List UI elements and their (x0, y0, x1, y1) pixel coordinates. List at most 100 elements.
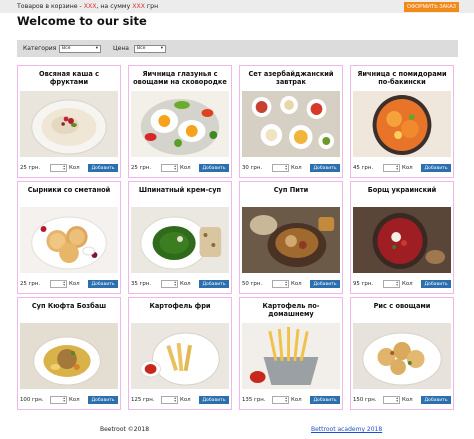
chevron-down-icon: ▾ (95, 46, 98, 51)
product-card: Суп Пити 50 грн. ▴ ▾ Кол Добавить (239, 181, 343, 294)
quantity-stepper[interactable]: ▴ ▾ (50, 280, 67, 288)
spinner-arrows-icon[interactable]: ▴ ▾ (63, 164, 65, 172)
add-to-cart-button[interactable]: Добавить (199, 164, 229, 172)
borscht-bowl-photo (353, 207, 451, 273)
spinner-arrows-icon[interactable]: ▴ ▾ (63, 280, 65, 288)
cart-bar: Товаров в корзине - XXX, на сумму XXX гр… (0, 0, 474, 13)
spinner-arrows-icon[interactable]: ▴ ▾ (285, 164, 287, 172)
product-card: Суп Кюфта Бозбаш 100 грн. ▴ ▾ Кол Добавит… (17, 297, 121, 410)
add-to-cart-button[interactable]: Добавить (199, 396, 229, 404)
fries-plate-photo (131, 323, 229, 389)
quantity-label: Кол (180, 397, 191, 403)
add-to-cart-button[interactable]: Добавить (88, 396, 118, 404)
checkout-button[interactable]: ОФОРМИТЬ ЗАКАЗ (404, 2, 459, 12)
spinner-arrows-icon[interactable]: ▴ ▾ (174, 164, 176, 172)
product-name: Суп Кюфта Бозбаш (31, 302, 107, 310)
quantity-stepper[interactable]: ▴ ▾ (383, 280, 400, 288)
quantity-stepper[interactable]: ▴ ▾ (50, 164, 67, 172)
spinner-arrows-icon[interactable]: ▴ ▾ (63, 396, 65, 404)
cart-middle: , на сумму (96, 3, 133, 10)
quantity-label: Кол (402, 397, 413, 403)
piti-soup-photo (242, 207, 340, 273)
quantity-stepper[interactable]: ▴ ▾ (50, 396, 67, 404)
cart-suffix: грн (144, 3, 159, 10)
product-price: 25 грн. (131, 165, 152, 171)
quantity-label: Кол (291, 281, 302, 287)
product-name: Суп Пити (273, 186, 309, 194)
add-to-cart-button[interactable]: Добавить (310, 164, 340, 172)
quantity-label: Кол (402, 281, 413, 287)
chevron-down-icon: ▾ (160, 46, 163, 51)
footer-copyright: Beetroot ©2018 (100, 426, 150, 433)
product-price: 25 грн. (20, 165, 41, 171)
product-name: Картофель по-домашнему (262, 302, 320, 319)
quantity-label: Кол (402, 165, 413, 171)
product-name: Рис с овощами (373, 302, 431, 310)
add-to-cart-button[interactable]: Добавить (310, 280, 340, 288)
product-name: Яичница глазунья с овощами на сковородке (133, 70, 227, 87)
spinner-arrows-icon[interactable]: ▴ ▾ (174, 396, 176, 404)
product-card: Картофель фри 125 грн. ▴ ▾ Кол Добавить (128, 297, 232, 410)
add-to-cart-button[interactable]: Добавить (421, 164, 451, 172)
product-card: Борщ украинский 95 грн. ▴ ▾ Кол Добавить (350, 181, 454, 294)
add-to-cart-button[interactable]: Добавить (421, 280, 451, 288)
quantity-label: Кол (180, 281, 191, 287)
quantity-label: Кол (69, 281, 80, 287)
cart-sum: XXX (132, 3, 145, 10)
product-price: 95 грн. (353, 281, 374, 287)
page-title: Welcome to our site (17, 14, 147, 28)
product-card: Яичница с помидорами по-бакински 45 грн.… (350, 65, 454, 178)
add-to-cart-button[interactable]: Добавить (88, 164, 118, 172)
quantity-label: Кол (69, 397, 80, 403)
product-name: Яичница с помидорами по-бакински (357, 70, 447, 87)
product-price: 30 грн. (242, 165, 263, 171)
quantity-stepper[interactable]: ▴ ▾ (161, 396, 178, 404)
spinner-arrows-icon[interactable]: ▴ ▾ (396, 280, 398, 288)
cart-prefix: Товаров в корзине - (17, 3, 84, 10)
category-select-value: Все (62, 46, 71, 51)
product-price: 50 грн. (242, 281, 263, 287)
cart-count: XXX (83, 3, 97, 10)
product-price: 135 грн. (242, 397, 266, 403)
quantity-stepper[interactable]: ▴ ▾ (383, 396, 400, 404)
quantity-label: Кол (69, 165, 80, 171)
filter-bar: Категория Все ▾ Цена Все ▾ (17, 40, 458, 57)
product-card: Сет азербайджанский завтрак 30 грн. ▴ ▾ К… (239, 65, 343, 178)
quantity-stepper[interactable]: ▴ ▾ (161, 280, 178, 288)
price-label: Цена (113, 45, 129, 52)
price-select[interactable]: Все ▾ (134, 45, 166, 53)
product-price: 25 грн. (20, 281, 41, 287)
footer-link[interactable]: Bettroot academy 2018 (311, 426, 382, 433)
quantity-stepper[interactable]: ▴ ▾ (383, 164, 400, 172)
product-card: Рис с овощами 150 грн. ▴ ▾ Кол Добавить (350, 297, 454, 410)
spinner-arrows-icon[interactable]: ▴ ▾ (396, 396, 398, 404)
product-name: Сет азербайджанский завтрак (248, 70, 334, 87)
syrniki-plate-photo (20, 207, 118, 273)
add-to-cart-button[interactable]: Добавить (199, 280, 229, 288)
quantity-stepper[interactable]: ▴ ▾ (272, 396, 289, 404)
product-name: Сырники со сметаной (27, 186, 111, 194)
product-card: Картофель по-домашнему 135 грн. ▴ ▾ Кол Д… (239, 297, 343, 410)
add-to-cart-button[interactable]: Добавить (310, 396, 340, 404)
quantity-stepper[interactable]: ▴ ▾ (272, 280, 289, 288)
add-to-cart-button[interactable]: Добавить (421, 396, 451, 404)
spinner-arrows-icon[interactable]: ▴ ▾ (396, 164, 398, 172)
quantity-stepper[interactable]: ▴ ▾ (272, 164, 289, 172)
add-to-cart-button[interactable]: Добавить (88, 280, 118, 288)
spinner-arrows-icon[interactable]: ▴ ▾ (174, 280, 176, 288)
kufta-soup-photo (20, 323, 118, 389)
category-label: Категория (23, 45, 57, 52)
product-name: Овсяная каша с фруктами (38, 70, 100, 87)
fries-basket-photo (242, 323, 340, 389)
product-card: Овсяная каша с фруктами 25 грн. ▴ ▾ Кол Д… (17, 65, 121, 178)
price-select-value: Все (137, 46, 146, 51)
product-price: 125 грн. (131, 397, 155, 403)
fried-eggs-plate-photo (131, 91, 229, 157)
oatmeal-plate-photo (20, 91, 118, 157)
product-name: Борщ украинский (367, 186, 437, 194)
product-card: Шпинатный крем-суп 35 грн. ▴ ▾ Кол Добави… (128, 181, 232, 294)
quantity-stepper[interactable]: ▴ ▾ (161, 164, 178, 172)
category-select[interactable]: Все ▾ (59, 45, 101, 53)
spinner-arrows-icon[interactable]: ▴ ▾ (285, 396, 287, 404)
spinner-arrows-icon[interactable]: ▴ ▾ (285, 280, 287, 288)
